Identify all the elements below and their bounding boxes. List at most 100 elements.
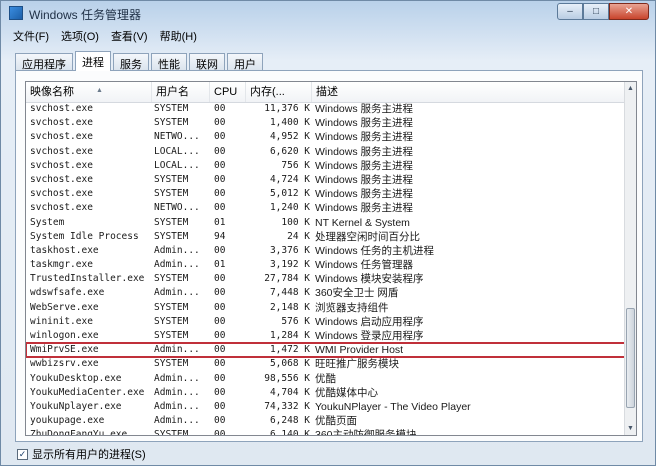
process-name: winlogon.exe bbox=[30, 330, 99, 341]
column-header-memory[interactable]: 内存(... bbox=[246, 82, 312, 102]
process-description: Windows 服务主进程 bbox=[315, 103, 414, 115]
process-user: Admin... bbox=[154, 415, 200, 427]
tab-networking[interactable]: 联网 bbox=[189, 53, 225, 71]
table-row[interactable]: svchost.exe NETWO... 00 4,952 K Windows 服务主进… bbox=[26, 130, 626, 144]
table-row[interactable]: svchost.exe SYSTEM 00 5,012 K Windows 服务主进程 bbox=[26, 187, 626, 201]
process-memory: 4,724 K bbox=[269, 173, 310, 185]
process-memory: 1,400 K bbox=[269, 117, 310, 129]
menu-options[interactable]: 选项(O) bbox=[55, 27, 105, 43]
table-row[interactable]: wininit.exe SYSTEM 00 576 K Windows 启动应用程序 bbox=[26, 315, 626, 329]
table-row[interactable]: System Idle Process SYSTEM 94 24 K 处理器空闲时间百分… bbox=[26, 230, 626, 244]
tab-services[interactable]: 服务 bbox=[113, 53, 149, 71]
process-cpu: 01 bbox=[214, 259, 226, 271]
table-row[interactable]: wdswfsafe.exe Admin... 00 7,448 K 360安全卫士 网盾 bbox=[26, 286, 626, 300]
table-row[interactable]: taskmgr.exe Admin... 01 3,192 K Windows 任务管理… bbox=[26, 258, 626, 272]
table-row[interactable]: TrustedInstaller.exe SYSTEM 00 27,784 K Wind… bbox=[26, 272, 626, 286]
process-cpu: 00 bbox=[214, 358, 226, 370]
table-row[interactable]: taskhost.exe Admin... 00 3,376 K Windows 任务的… bbox=[26, 244, 626, 258]
process-description: Windows 服务主进程 bbox=[315, 117, 414, 130]
table-row[interactable]: WebServe.exe SYSTEM 00 2,148 K 浏览器支持组件 bbox=[26, 301, 626, 315]
column-header-cpu[interactable]: CPU bbox=[210, 82, 246, 102]
process-user: NETWO... bbox=[154, 131, 200, 143]
process-name: wdswfsafe.exe bbox=[30, 287, 105, 299]
process-name: svchost.exe bbox=[30, 188, 93, 200]
process-description: Windows 服务主进程 bbox=[315, 159, 414, 172]
tab-processes[interactable]: 进程 bbox=[75, 51, 111, 71]
process-description: Windows 模块安装程序 bbox=[315, 273, 424, 286]
process-memory: 27,784 K bbox=[264, 273, 310, 285]
column-header-user[interactable]: 用户名 bbox=[152, 82, 210, 102]
maximize-button[interactable]: □ bbox=[583, 3, 609, 20]
vertical-scrollbar[interactable]: ▲ ▼ bbox=[624, 82, 636, 435]
column-header-image-name[interactable]: 映像名称 ▲ bbox=[26, 82, 152, 102]
table-row[interactable]: youkupage.exe Admin... 00 6,248 K 优酷页面 bbox=[26, 414, 626, 428]
process-user: Admin... bbox=[154, 386, 200, 398]
table-row[interactable]: svchost.exe SYSTEM 00 11,376 K Windows 服务主进程 bbox=[26, 102, 626, 116]
scroll-up-icon[interactable]: ▲ bbox=[625, 82, 636, 95]
process-memory: 98,556 K bbox=[264, 372, 310, 384]
process-user: Admin... bbox=[154, 344, 200, 356]
process-description: 浏览器支持组件 bbox=[315, 301, 389, 314]
table-row[interactable]: YoukuNplayer.exe Admin... 00 74,332 K YoukuN… bbox=[26, 400, 626, 414]
tab-users[interactable]: 用户 bbox=[227, 53, 263, 71]
process-name: svchost.exe bbox=[30, 131, 93, 143]
table-row[interactable]: WmiPrvSE.exe Admin... 00 1,472 K WMI Provide… bbox=[26, 342, 627, 359]
table-row[interactable]: svchost.exe LOCAL... 00 756 K Windows 服务主进程 bbox=[26, 159, 626, 173]
table-row[interactable]: svchost.exe SYSTEM 00 1,400 K Windows 服务主进程 bbox=[26, 116, 626, 130]
tab-performance[interactable]: 性能 bbox=[151, 53, 187, 71]
title-bar[interactable]: Windows 任务管理器 – □ ✕ bbox=[1, 1, 655, 25]
task-manager-icon bbox=[9, 6, 23, 20]
window-title: Windows 任务管理器 bbox=[29, 8, 142, 22]
close-button[interactable]: ✕ bbox=[609, 3, 649, 20]
scroll-thumb[interactable] bbox=[626, 308, 635, 408]
process-name: svchost.exe bbox=[30, 173, 93, 185]
scroll-down-icon[interactable]: ▼ bbox=[625, 422, 636, 435]
process-name: TrustedInstaller.exe bbox=[30, 273, 145, 285]
process-user: SYSTEM bbox=[154, 216, 189, 228]
table-row[interactable]: System SYSTEM 01 100 K NT Kernel & System bbox=[26, 216, 626, 230]
process-memory: 576 K bbox=[281, 315, 310, 327]
process-cpu: 00 bbox=[214, 344, 226, 356]
table-row[interactable]: winlogon.exe SYSTEM 00 1,284 K Windows 登录应用程… bbox=[26, 329, 626, 343]
process-cpu: 00 bbox=[214, 372, 226, 384]
process-description: 旺旺推广服务模块 bbox=[315, 358, 399, 371]
column-label-image-name: 映像名称 bbox=[30, 86, 74, 98]
minimize-button[interactable]: – bbox=[557, 3, 583, 20]
process-cpu: 00 bbox=[214, 386, 226, 398]
table-row[interactable]: YoukuDesktop.exe Admin... 00 98,556 K 优酷 bbox=[26, 372, 626, 386]
table-row[interactable]: svchost.exe SYSTEM 00 4,724 K Windows 服务主进程 bbox=[26, 173, 626, 187]
table-row[interactable]: wwbizsrv.exe SYSTEM 00 5,068 K 旺旺推广服务模块 bbox=[26, 357, 626, 371]
process-user: SYSTEM bbox=[154, 358, 189, 370]
process-name: ZhuDongFangYu.exe bbox=[30, 429, 128, 436]
process-name: youkupage.exe bbox=[30, 415, 105, 427]
process-memory: 3,192 K bbox=[269, 259, 310, 271]
table-row[interactable]: svchost.exe LOCAL... 00 6,620 K Windows 服务主进… bbox=[26, 145, 626, 159]
show-all-users-checkbox[interactable]: ✓ bbox=[17, 448, 28, 460]
process-description: Windows 服务主进程 bbox=[315, 131, 414, 144]
menu-view[interactable]: 查看(V) bbox=[105, 27, 154, 43]
process-name: YoukuDesktop.exe bbox=[30, 372, 122, 384]
table-row[interactable]: YoukuMediaCenter.exe Admin... 00 4,704 K 优酷媒… bbox=[26, 386, 626, 400]
process-memory: 4,952 K bbox=[269, 131, 310, 143]
process-list[interactable]: 映像名称 ▲ 用户名 CPU 内存(... 描述 svchost.exe SYST… bbox=[25, 81, 637, 436]
process-name: YoukuMediaCenter.exe bbox=[30, 386, 145, 398]
process-memory: 756 K bbox=[281, 159, 310, 171]
process-description: 360安全卫士 网盾 bbox=[315, 287, 399, 300]
process-memory: 7,448 K bbox=[269, 287, 310, 299]
window-controls: – □ ✕ bbox=[557, 3, 649, 21]
table-row[interactable]: ZhuDongFangYu.exe SYSTEM 00 6,140 K 360主动防御服… bbox=[26, 428, 626, 436]
process-name: taskhost.exe bbox=[30, 244, 99, 256]
menu-bar: 文件(F) 选项(O) 查看(V) 帮助(H) bbox=[7, 27, 203, 43]
process-cpu: 00 bbox=[214, 131, 226, 143]
column-header-description[interactable]: 描述 bbox=[312, 82, 626, 102]
table-row[interactable]: svchost.exe NETWO... 00 1,240 K Windows 服务主进… bbox=[26, 201, 626, 215]
menu-help[interactable]: 帮助(H) bbox=[154, 27, 203, 43]
process-name: YoukuNplayer.exe bbox=[30, 400, 122, 412]
menu-file[interactable]: 文件(F) bbox=[7, 27, 55, 43]
processes-panel: 映像名称 ▲ 用户名 CPU 内存(... 描述 svchost.exe SYST… bbox=[15, 70, 643, 442]
show-all-users-label[interactable]: 显示所有用户的进程(S) bbox=[32, 446, 146, 462]
process-user: SYSTEM bbox=[154, 273, 189, 285]
sort-ascending-icon: ▲ bbox=[96, 87, 103, 94]
tab-applications[interactable]: 应用程序 bbox=[15, 53, 73, 71]
process-name: WebServe.exe bbox=[30, 301, 99, 313]
